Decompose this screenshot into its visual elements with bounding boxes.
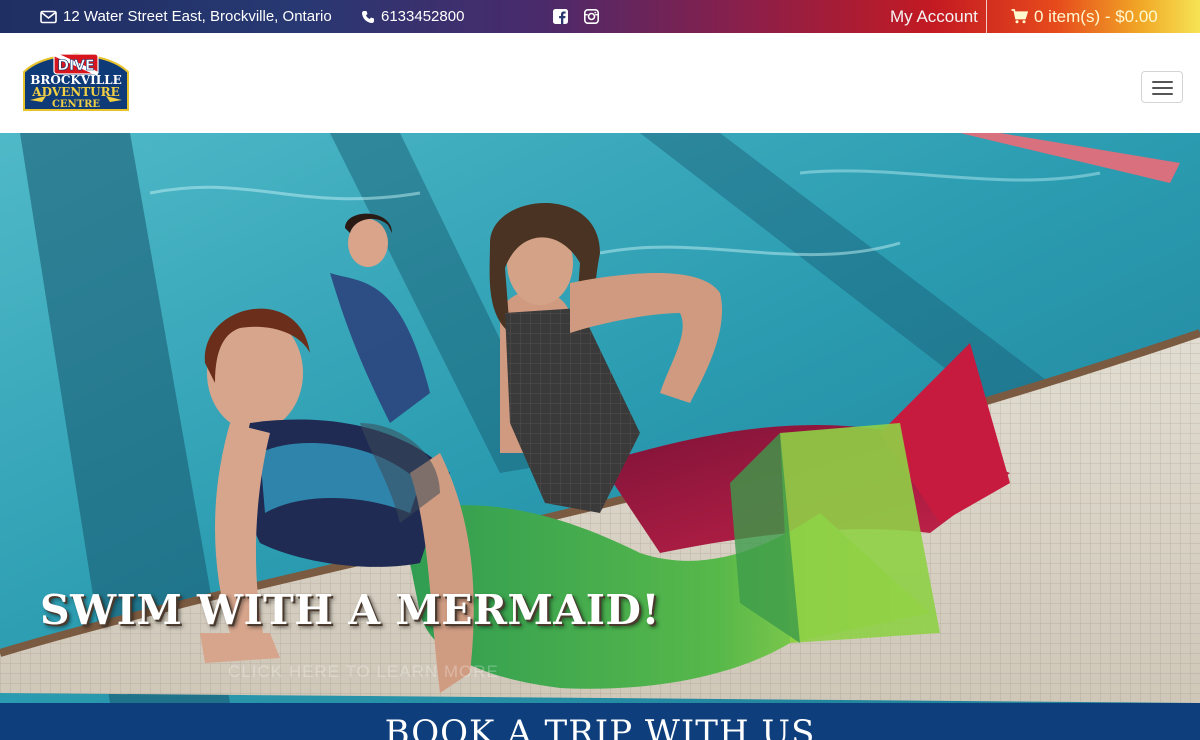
envelope-icon <box>40 10 57 24</box>
address-link[interactable]: 12 Water Street East, Brockville, Ontari… <box>40 0 332 33</box>
main-navbar: DIVE BROCKVILLE ADVENTURE CENTRE <box>0 33 1200 133</box>
logo-text-dive: DIVE <box>57 58 94 74</box>
my-account-link[interactable]: My Account <box>890 0 978 33</box>
address-text: 12 Water Street East, Brockville, Ontari… <box>63 8 332 25</box>
logo-text-centre: CENTRE <box>52 99 100 110</box>
phone-icon <box>361 10 375 24</box>
phone-text: 6133452800 <box>381 8 465 25</box>
facebook-icon[interactable] <box>553 0 568 33</box>
divider <box>986 0 987 33</box>
menu-toggle-button[interactable] <box>1141 71 1183 103</box>
cart-link[interactable]: 0 item(s) - $0.00 <box>1011 0 1158 33</box>
phone-link[interactable]: 6133452800 <box>361 0 464 33</box>
instagram-icon[interactable] <box>584 0 599 33</box>
hero-cta-link[interactable]: CLICK HERE TO LEARN MORE <box>228 662 499 682</box>
book-trip-section: BOOK A TRIP WITH US <box>0 703 1200 740</box>
top-bar: 12 Water Street East, Brockville, Ontari… <box>0 0 1200 33</box>
hero-title: SWIM WITH A MERMAID! <box>40 586 660 634</box>
cart-text: 0 item(s) - $0.00 <box>1034 6 1158 26</box>
site-logo[interactable]: DIVE BROCKVILLE ADVENTURE CENTRE <box>16 50 136 114</box>
hero-slide[interactable]: SWIM WITH A MERMAID! CLICK HERE TO LEARN… <box>0 133 1200 703</box>
hamburger-icon <box>1152 81 1173 83</box>
cart-icon <box>1011 9 1028 24</box>
section-heading: BOOK A TRIP WITH US <box>384 713 816 740</box>
